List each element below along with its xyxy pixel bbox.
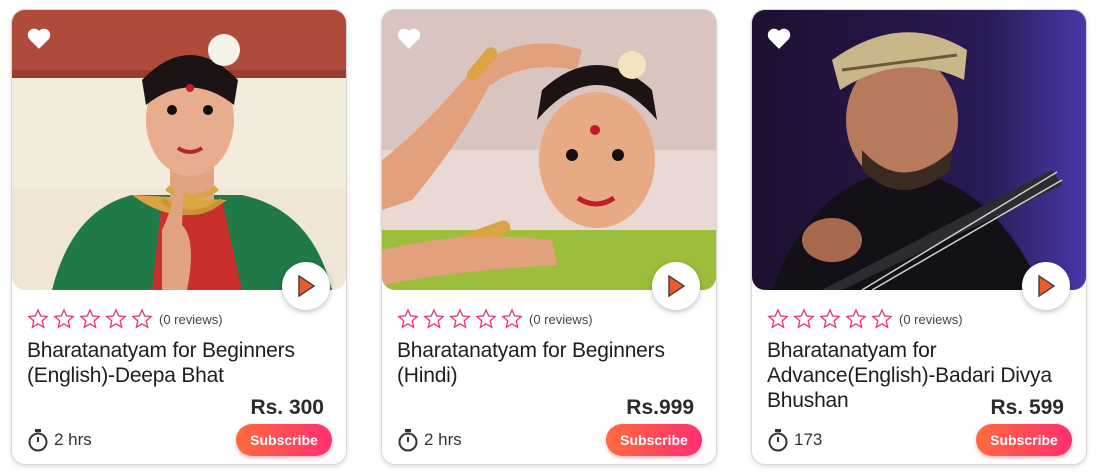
play-icon [298,275,316,297]
course-price: Rs. 300 [250,396,324,419]
course-thumbnail[interactable] [12,10,346,290]
course-price: Rs. 599 [990,396,1064,419]
heart-icon[interactable] [396,26,422,50]
heart-icon[interactable] [26,26,52,50]
heart-icon[interactable] [766,26,792,50]
duration-text: 173 [794,430,823,449]
play-icon [668,275,686,297]
course-card[interactable]: (0 reviews) Bharatanatyam for Advance(En… [751,9,1087,465]
review-count: (0 reviews) [529,311,593,327]
course-duration: 2 hrs [27,428,92,452]
star-icon[interactable] [475,308,497,330]
star-icon[interactable] [79,308,101,330]
star-icon[interactable] [53,308,75,330]
course-thumbnail[interactable] [382,10,716,290]
star-icon[interactable] [131,308,153,330]
course-duration: 2 hrs [397,428,462,452]
review-count: (0 reviews) [159,311,223,327]
subscribe-button[interactable]: Subscribe [236,424,332,456]
star-icon[interactable] [871,308,893,330]
review-count: (0 reviews) [899,311,963,327]
course-title[interactable]: Bharatanatyam for Beginners (Hindi) [397,338,697,388]
play-button[interactable] [1022,262,1070,310]
stopwatch-icon [398,429,418,452]
star-icon[interactable] [501,308,523,330]
stopwatch-icon [28,429,48,452]
star-icon[interactable] [845,308,867,330]
play-icon [1038,275,1056,297]
course-duration: 173 [767,428,822,452]
star-icon[interactable] [27,308,49,330]
course-thumbnail[interactable] [752,10,1086,290]
rating-stars: (0 reviews) [27,308,223,330]
star-icon[interactable] [105,308,127,330]
course-price: Rs.999 [626,396,694,419]
course-card[interactable]: (0 reviews) Bharatanatyam for Beginners … [381,9,717,465]
play-button[interactable] [652,262,700,310]
rating-stars: (0 reviews) [767,308,963,330]
duration-text: 2 hrs [54,430,92,449]
star-icon[interactable] [819,308,841,330]
stopwatch-icon [768,429,788,452]
star-icon[interactable] [793,308,815,330]
subscribe-button[interactable]: Subscribe [606,424,702,456]
duration-text: 2 hrs [424,430,462,449]
course-card[interactable]: (0 reviews) Bharatanatyam for Beginners … [11,9,347,465]
rating-stars: (0 reviews) [397,308,593,330]
subscribe-button[interactable]: Subscribe [976,424,1072,456]
course-title[interactable]: Bharatanatyam for Beginners (English)-De… [27,338,327,388]
star-icon[interactable] [449,308,471,330]
star-icon[interactable] [397,308,419,330]
play-button[interactable] [282,262,330,310]
star-icon[interactable] [423,308,445,330]
star-icon[interactable] [767,308,789,330]
